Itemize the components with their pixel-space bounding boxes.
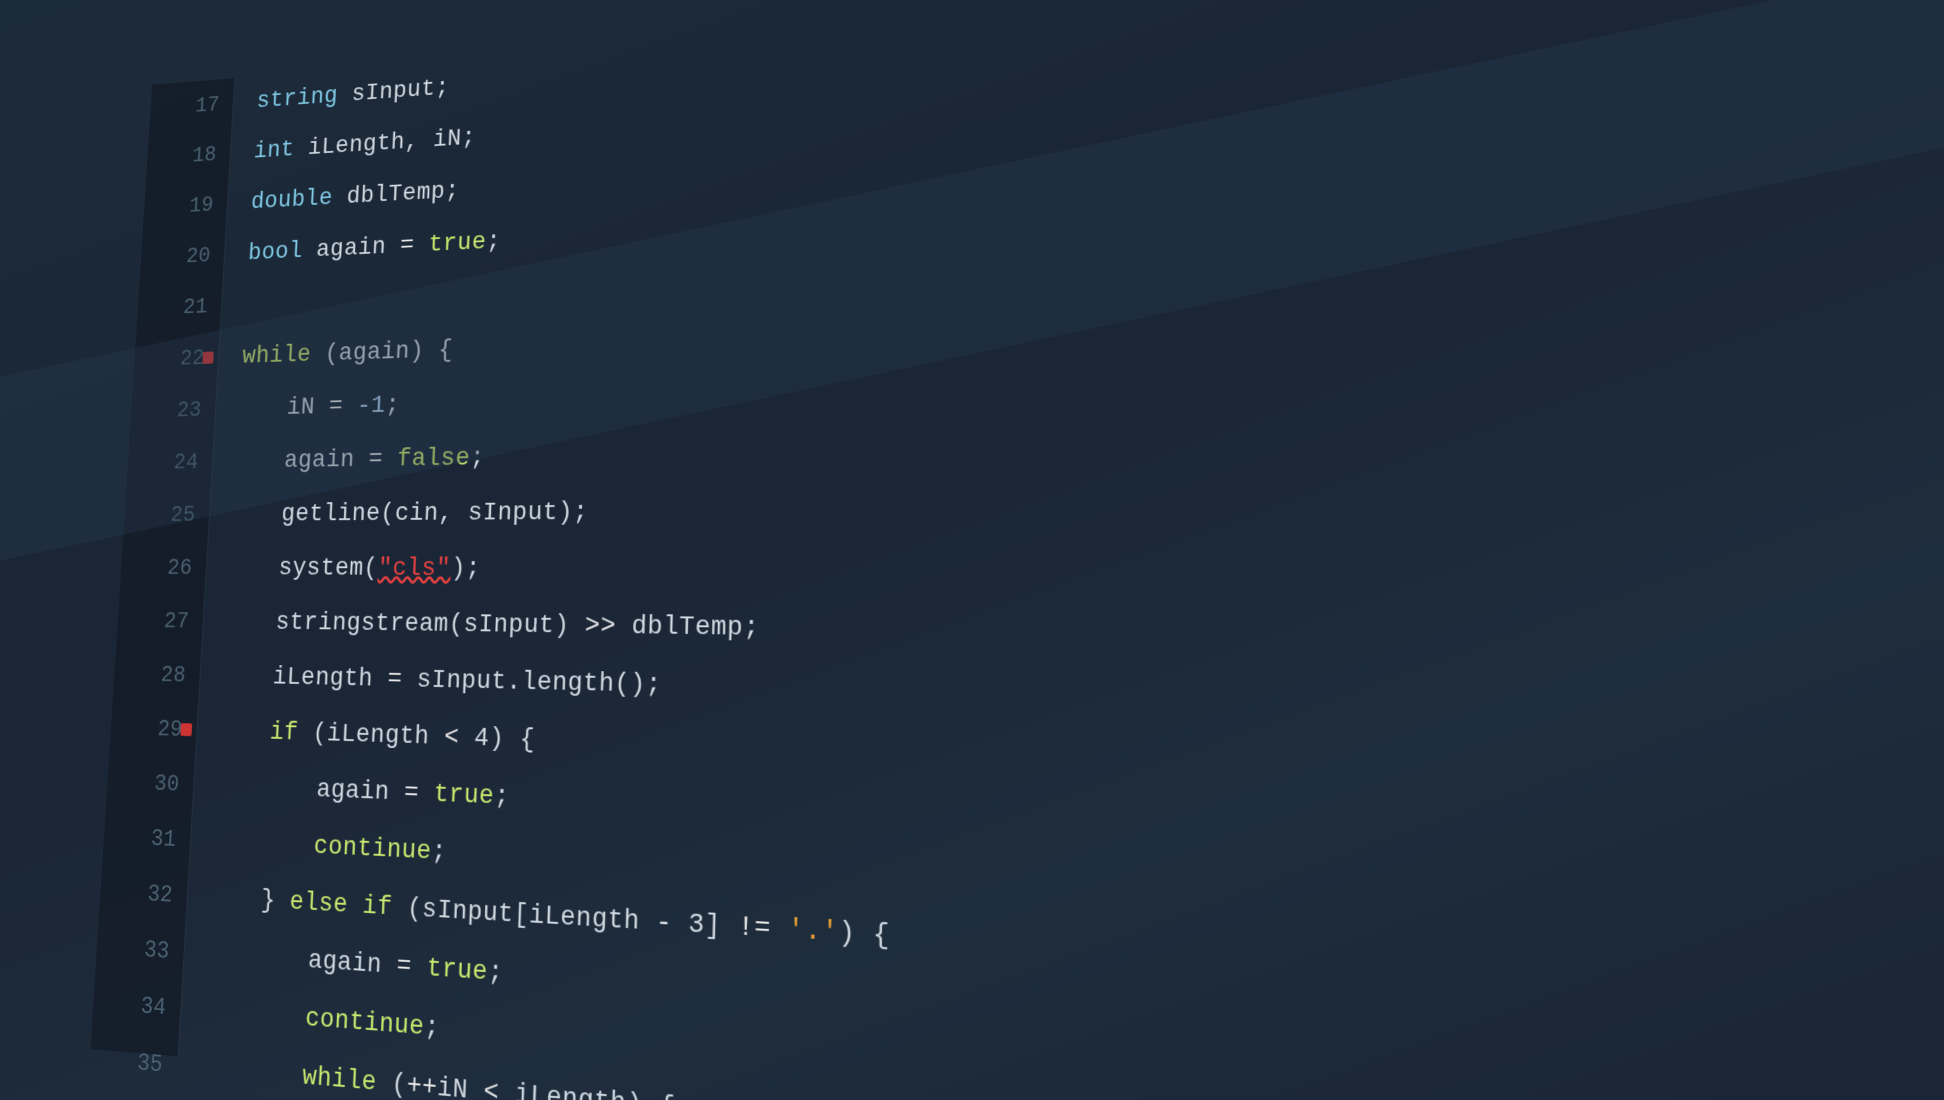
line-num-24: 24 bbox=[126, 436, 213, 489]
line-num-28: 28 bbox=[113, 647, 202, 703]
line-num-18: 18 bbox=[146, 128, 232, 183]
line-num-34: 34 bbox=[92, 974, 183, 1037]
line-num-27: 27 bbox=[116, 594, 204, 648]
code-area: 17 18 19 20 21 22 23 24 25 26 27 28 29 3… bbox=[90, 0, 1944, 1100]
line-num-26: 26 bbox=[120, 541, 208, 594]
code-content: string sInput; int iLength, iN; double d… bbox=[179, 0, 1944, 1100]
line-num-20: 20 bbox=[139, 229, 225, 284]
line-num-33: 33 bbox=[95, 919, 185, 981]
line-num-22: 22 bbox=[133, 332, 220, 386]
line-num-31: 31 bbox=[102, 809, 192, 868]
line-num-32: 32 bbox=[99, 863, 189, 924]
line-num-17: 17 bbox=[149, 78, 234, 134]
line-num-21: 21 bbox=[136, 280, 222, 334]
line-num-25: 25 bbox=[123, 488, 211, 541]
line-num-19: 19 bbox=[143, 178, 229, 233]
line-num-29: 29 bbox=[109, 700, 198, 757]
editor-container: 17 18 19 20 21 22 23 24 25 26 27 28 29 3… bbox=[0, 0, 1944, 1100]
line-num-35: 35 bbox=[88, 1030, 179, 1094]
line-num-30: 30 bbox=[106, 754, 195, 812]
line-num-23: 23 bbox=[130, 383, 217, 437]
